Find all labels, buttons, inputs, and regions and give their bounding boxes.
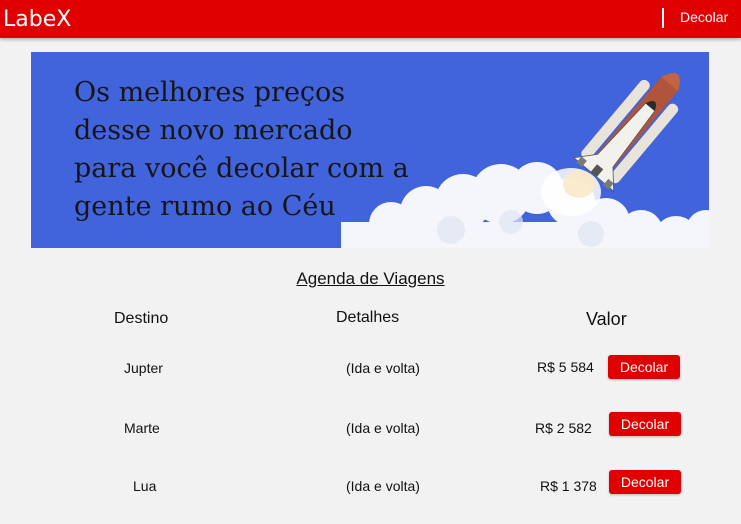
decolar-button[interactable]: Decolar — [608, 355, 680, 379]
trip-price: R$ 1 378 — [540, 478, 597, 494]
trip-details: (Ida e volta) — [346, 478, 420, 494]
hero-line: para você decolar com a — [74, 153, 409, 184]
app-logo[interactable]: LabeX — [3, 7, 71, 33]
column-header-destination: Destino — [114, 310, 169, 327]
column-header-details: Detalhes — [336, 309, 400, 326]
trip-price: R$ 2 582 — [535, 420, 592, 436]
hero-line: desse novo mercado — [74, 115, 353, 146]
nav-divider — [662, 8, 664, 28]
trip-destination: Jupter — [124, 360, 163, 376]
hero-banner: Os melhores preços desse novo mercado pa… — [31, 52, 709, 248]
decolar-button[interactable]: Decolar — [609, 470, 681, 494]
top-navbar: LabeX Decolar — [0, 0, 741, 38]
trip-price: R$ 5 584 — [537, 359, 594, 375]
agenda-title: Agenda de Viagens — [296, 269, 445, 288]
hero-line: Os melhores preços — [74, 77, 346, 108]
trip-destination: Lua — [133, 478, 157, 494]
nav-decolar-link[interactable]: Decolar — [680, 9, 728, 25]
decolar-button[interactable]: Decolar — [609, 412, 681, 436]
trip-details: (Ida e volta) — [346, 420, 420, 436]
column-header-price: Valor — [586, 309, 627, 329]
trip-details: (Ida e volta) — [346, 360, 420, 376]
hero-headline: Os melhores preços desse novo mercado pa… — [74, 74, 434, 226]
trip-destination: Marte — [124, 420, 160, 436]
hero-line: gente rumo ao Céu — [74, 191, 336, 222]
